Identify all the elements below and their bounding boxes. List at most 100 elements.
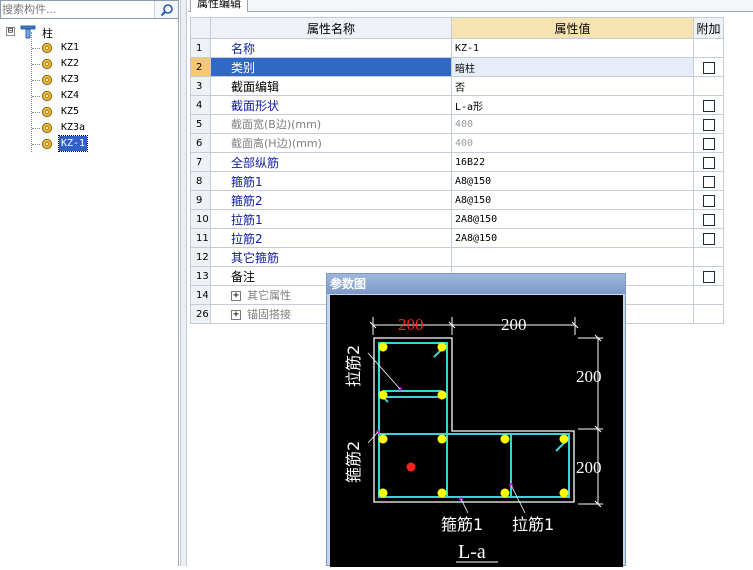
property-row[interactable]: 3 截面编辑 否 [190, 76, 724, 96]
property-name: 箍筋1 [231, 174, 263, 189]
popup-title[interactable]: 参数图 [327, 274, 625, 294]
extra-cell[interactable] [693, 95, 724, 115]
property-row[interactable]: 6 截面高(H边)(mm) 400 [190, 133, 724, 153]
property-value-cell[interactable]: A8@150 [451, 171, 694, 191]
tree-item[interactable]: KZ2 [0, 56, 179, 72]
longitudinal-bars [378, 342, 569, 498]
property-value-cell[interactable]: 否 [451, 76, 694, 96]
tab-property-edit[interactable]: 属性编辑 [190, 0, 248, 12]
row-number: 9 [190, 190, 211, 210]
property-value-cell[interactable]: 暗柱 [451, 57, 694, 77]
property-name-cell[interactable]: 其它箍筋 [210, 247, 452, 267]
property-value-cell[interactable]: 16B22 [451, 152, 694, 172]
extra-cell[interactable] [693, 190, 724, 210]
extra-cell [693, 247, 724, 267]
l-shape-section-drawing: 200 200 200 200 拉筋2 箍筋2 箍筋1 拉筋1 L-a [344, 315, 603, 563]
tree-item[interactable]: KZ-1 [0, 135, 179, 152]
extra-cell[interactable] [693, 152, 724, 172]
property-name-cell[interactable]: 类别 [210, 57, 452, 77]
tree-item[interactable]: KZ5 [0, 104, 179, 120]
tree-item[interactable]: KZ4 [0, 88, 179, 104]
property-name-cell[interactable]: 名称 [210, 38, 452, 58]
extra-checkbox[interactable] [702, 61, 715, 74]
property-row[interactable]: 4 截面形状 L-a形 [190, 95, 724, 115]
property-value-cell[interactable]: 2A8@150 [451, 228, 694, 248]
property-value-cell[interactable]: KZ-1 [451, 38, 694, 58]
search-icon [160, 3, 173, 16]
property-name-cell[interactable]: 拉筋1 [210, 209, 452, 229]
header-property-value[interactable]: 属性值 [451, 17, 694, 39]
extra-cell[interactable] [693, 209, 724, 229]
property-value-cell[interactable]: 400 [451, 133, 694, 153]
column-category-icon [20, 25, 36, 39]
extra-cell[interactable] [693, 57, 724, 77]
property-row[interactable]: 9 箍筋2 A8@150 [190, 190, 724, 210]
property-row[interactable]: 1 名称 KZ-1 [190, 38, 724, 58]
property-value-cell[interactable] [451, 247, 694, 267]
extra-checkbox[interactable] [702, 137, 715, 150]
extra-checkbox[interactable] [702, 270, 715, 283]
search-button[interactable] [154, 1, 178, 18]
property-row[interactable]: 12 其它箍筋 [190, 247, 724, 267]
expand-icon[interactable]: + [231, 291, 241, 301]
tree-root[interactable]: ⊟ 柱 [0, 24, 179, 40]
extra-checkbox[interactable] [702, 99, 715, 112]
row-number: 1 [190, 38, 211, 58]
property-name-cell[interactable]: 截面宽(B边)(mm) [210, 114, 452, 134]
extra-cell[interactable] [693, 133, 724, 153]
property-name-cell[interactable]: 截面形状 [210, 95, 452, 115]
row-number: 7 [190, 152, 211, 172]
property-row[interactable]: 5 截面宽(B边)(mm) 400 [190, 114, 724, 134]
extra-checkbox[interactable] [702, 213, 715, 226]
extra-cell [693, 285, 724, 305]
property-row[interactable]: 11 拉筋2 2A8@150 [190, 228, 724, 248]
collapse-icon[interactable]: ⊟ [6, 27, 15, 36]
property-row[interactable]: 2 类别 暗柱 [190, 57, 724, 77]
property-value-cell[interactable]: 2A8@150 [451, 209, 694, 229]
header-extra[interactable]: 附加 [693, 17, 724, 39]
tree-branch-line [32, 48, 40, 49]
property-value-cell[interactable]: A8@150 [451, 190, 694, 210]
property-name-cell[interactable]: 箍筋2 [210, 190, 452, 210]
parameter-diagram-window[interactable]: 参数图 200 200 200 200 拉筋2 箍筋2 箍筋1 拉筋1 L-a [326, 273, 626, 567]
expand-icon[interactable]: + [231, 310, 241, 320]
property-value-cell[interactable]: L-a形 [451, 95, 694, 115]
tree-item[interactable]: KZ1 [0, 40, 179, 56]
property-row[interactable]: 10 拉筋1 2A8@150 [190, 209, 724, 229]
extra-cell [693, 304, 724, 324]
extra-checkbox[interactable] [702, 194, 715, 207]
property-name-cell[interactable]: 箍筋1 [210, 171, 452, 191]
extra-checkbox[interactable] [702, 118, 715, 131]
property-name: 类别 [231, 60, 256, 75]
extra-checkbox[interactable] [702, 175, 715, 188]
row-number: 4 [190, 95, 211, 115]
property-name-cell[interactable]: 拉筋2 [210, 228, 452, 248]
search-input[interactable] [2, 1, 154, 18]
extra-checkbox[interactable] [702, 156, 715, 169]
property-value-cell[interactable]: 400 [451, 114, 694, 134]
extra-cell[interactable] [693, 266, 724, 286]
label-gujin2: 箍筋2 [344, 441, 363, 483]
header-row-number [190, 17, 211, 39]
property-name: 其它属性 [247, 289, 291, 302]
property-name-cell[interactable]: 截面高(H边)(mm) [210, 133, 452, 153]
hook-marks [376, 387, 513, 501]
extra-cell[interactable] [693, 114, 724, 134]
extra-cell[interactable] [693, 171, 724, 191]
tree-item[interactable]: KZ3 [0, 72, 179, 88]
header-property-name[interactable]: 属性名称 [210, 17, 452, 39]
row-number: 8 [190, 171, 211, 191]
property-name-cell[interactable]: 全部纵筋 [210, 152, 452, 172]
column-gear-icon [41, 42, 53, 54]
red-marker [406, 462, 416, 472]
property-row[interactable]: 7 全部纵筋 16B22 [190, 152, 724, 172]
extra-cell[interactable] [693, 228, 724, 248]
property-name-cell[interactable]: 截面编辑 [210, 76, 452, 96]
panel-splitter[interactable] [180, 0, 187, 566]
property-name: 全部纵筋 [231, 155, 280, 170]
tree-branch-line [32, 128, 40, 129]
property-row[interactable]: 8 箍筋1 A8@150 [190, 171, 724, 191]
tree-item[interactable]: KZ3a [0, 120, 179, 136]
extra-checkbox[interactable] [702, 232, 715, 245]
tree-item-label: KZ2 [61, 58, 80, 69]
